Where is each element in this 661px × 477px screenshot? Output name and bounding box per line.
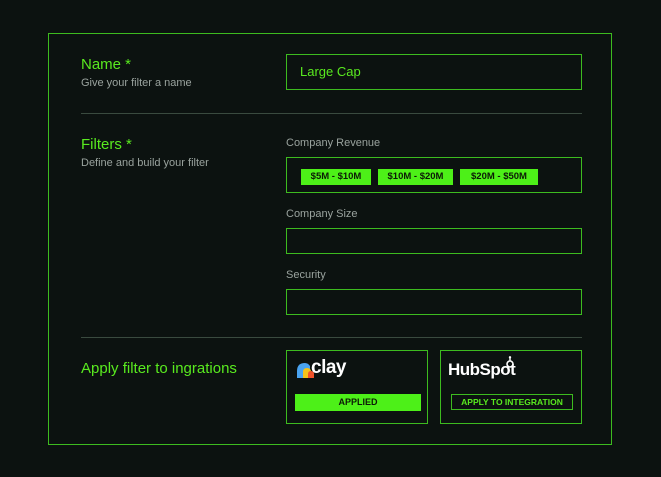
revenue-chip[interactable]: $20M - $50M <box>460 169 538 185</box>
divider <box>81 113 582 114</box>
filter-name-field[interactable] <box>286 54 582 90</box>
company-revenue-label: Company Revenue <box>286 137 381 149</box>
hubspot-logo-icon <box>506 356 514 368</box>
filters-section-subtitle: Define and build your filter <box>81 157 209 169</box>
clay-integration-card[interactable]: clay APPLIED <box>286 350 428 424</box>
filter-name-input[interactable] <box>300 64 560 79</box>
company-revenue-field[interactable]: $5M - $10M $10M - $20M $20M - $50M <box>286 157 582 193</box>
divider <box>81 337 582 338</box>
revenue-chip[interactable]: $10M - $20M <box>378 169 453 185</box>
security-label: Security <box>286 269 326 281</box>
clay-applied-button[interactable]: APPLIED <box>295 394 421 411</box>
name-section-subtitle: Give your filter a name <box>81 77 192 89</box>
clay-logo-text: clay <box>311 357 346 378</box>
company-size-label: Company Size <box>286 208 358 220</box>
revenue-chip[interactable]: $5M - $10M <box>301 169 371 185</box>
filters-section-title: Filters * <box>81 136 132 153</box>
integrations-section-title: Apply filter to ingrations <box>81 360 237 377</box>
company-size-field[interactable] <box>286 228 582 254</box>
hubspot-apply-button[interactable]: APPLY TO INTEGRATION <box>451 394 573 410</box>
name-section-title: Name * <box>81 56 132 73</box>
security-field[interactable] <box>286 289 582 315</box>
hubspot-integration-card[interactable]: HubSpot APPLY TO INTEGRATION <box>440 350 582 424</box>
